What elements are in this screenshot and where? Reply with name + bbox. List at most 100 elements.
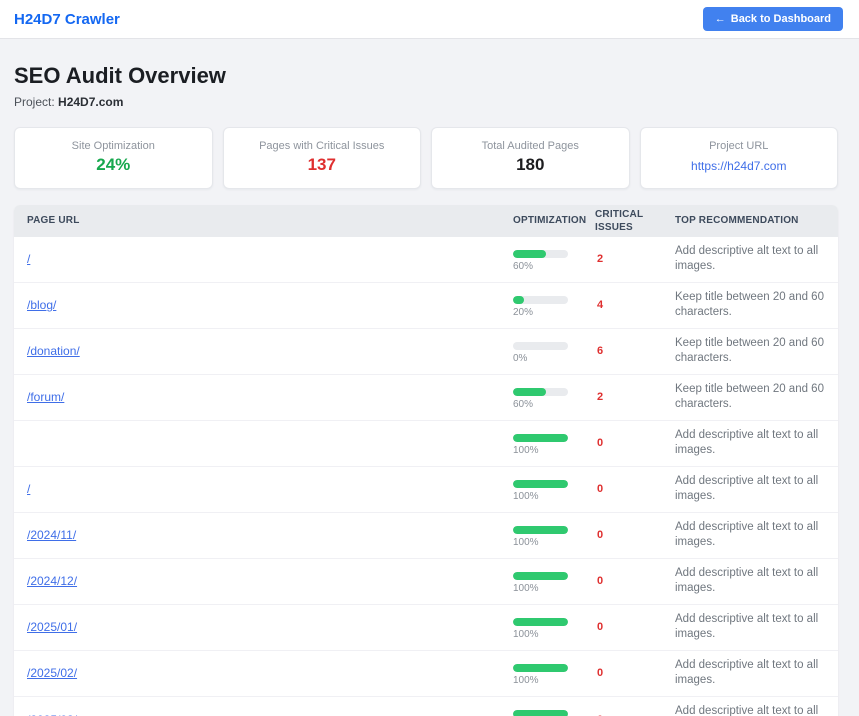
recommendation-text: Add descriptive alt text to all images.	[675, 237, 826, 282]
table-row: /2025/01/ 100% 0 Add descriptive alt tex…	[14, 604, 838, 650]
page-url-link[interactable]: /forum/	[27, 390, 64, 404]
optimization-percent: 20%	[513, 307, 595, 318]
stat-label: Project URL	[649, 140, 830, 152]
back-arrow-icon: ←	[715, 13, 726, 25]
page-url-link[interactable]: /2025/01/	[27, 620, 77, 634]
optimization-progress-bar	[513, 710, 568, 716]
stat-value-total-pages: 180	[440, 156, 621, 175]
optimization-progress-bar	[513, 296, 568, 304]
table-row: 100% 0 Add descriptive alt text to all i…	[14, 420, 838, 466]
page-url-link[interactable]: /2025/02/	[27, 666, 77, 680]
stat-card-project-url: Project URL https://h24d7.com	[640, 127, 839, 189]
column-header-top-recommendation: TOP RECOMMENDATION	[675, 215, 826, 226]
critical-issues-count: 0	[595, 621, 675, 633]
recommendation-text: Keep title between 20 and 60 characters.	[675, 283, 826, 328]
optimization-progress-bar	[513, 526, 568, 534]
critical-issues-count: 0	[595, 483, 675, 495]
optimization-cell: 0%	[513, 339, 595, 364]
optimization-cell: 100%	[513, 615, 595, 640]
page-url-link[interactable]: /donation/	[27, 344, 80, 358]
optimization-percent: 100%	[513, 629, 595, 640]
stat-card-total-pages: Total Audited Pages 180	[431, 127, 630, 189]
stat-cards: Site Optimization 24% Pages with Critica…	[14, 127, 838, 189]
recommendation-text: Add descriptive alt text to all images.	[675, 467, 826, 512]
optimization-cell: 100%	[513, 707, 595, 716]
table-row: / 60% 2 Add descriptive alt text to all …	[14, 237, 838, 282]
page-url-link[interactable]: /	[27, 252, 30, 266]
page-url-link[interactable]: /	[27, 482, 30, 496]
stat-label: Total Audited Pages	[440, 140, 621, 152]
optimization-percent: 0%	[513, 353, 595, 364]
project-line: Project: H24D7.com	[14, 95, 838, 109]
optimization-progress-bar	[513, 480, 568, 488]
optimization-percent: 100%	[513, 583, 595, 594]
optimization-cell: 20%	[513, 293, 595, 318]
table-row: / 100% 0 Add descriptive alt text to all…	[14, 466, 838, 512]
table-row: /2024/11/ 100% 0 Add descriptive alt tex…	[14, 512, 838, 558]
recommendation-text: Add descriptive alt text to all images.	[675, 651, 826, 696]
page-title: SEO Audit Overview	[14, 63, 838, 89]
table-row: /2025/02/ 100% 0 Add descriptive alt tex…	[14, 650, 838, 696]
optimization-progress-bar	[513, 618, 568, 626]
optimization-progress-bar	[513, 572, 568, 580]
project-url-link[interactable]: https://h24d7.com	[691, 159, 786, 173]
recommendation-text: Add descriptive alt text to all images.	[675, 605, 826, 650]
recommendation-text: Keep title between 20 and 60 characters.	[675, 329, 826, 374]
app-title: H24D7 Crawler	[14, 11, 120, 28]
optimization-cell: 60%	[513, 385, 595, 410]
stat-label: Pages with Critical Issues	[232, 140, 413, 152]
critical-issues-count: 4	[595, 299, 675, 311]
audit-table: PAGE URL OPTIMIZATION CRITICAL ISSUES TO…	[14, 205, 838, 716]
optimization-progress-bar	[513, 388, 568, 396]
critical-issues-count: 0	[595, 529, 675, 541]
critical-issues-count: 0	[595, 575, 675, 587]
optimization-percent: 60%	[513, 399, 595, 410]
stat-label: Site Optimization	[23, 140, 204, 152]
column-header-page-url: PAGE URL	[27, 215, 513, 226]
recommendation-text: Add descriptive alt text to all images.	[675, 697, 826, 716]
optimization-percent: 60%	[513, 261, 595, 272]
optimization-cell: 100%	[513, 523, 595, 548]
optimization-percent: 100%	[513, 537, 595, 548]
stat-value-site-optimization: 24%	[23, 156, 204, 175]
recommendation-text: Add descriptive alt text to all images.	[675, 421, 826, 466]
table-row: /2025/03/ 100% 0 Add descriptive alt tex…	[14, 696, 838, 716]
optimization-progress-bar	[513, 250, 568, 258]
table-row: /forum/ 60% 2 Keep title between 20 and …	[14, 374, 838, 420]
critical-issues-count: 6	[595, 345, 675, 357]
optimization-cell: 100%	[513, 661, 595, 686]
page-url-link[interactable]: /2025/03/	[27, 713, 77, 716]
recommendation-text: Keep title between 20 and 60 characters.	[675, 375, 826, 420]
optimization-cell: 100%	[513, 477, 595, 502]
table-header-row: PAGE URL OPTIMIZATION CRITICAL ISSUES TO…	[14, 205, 838, 237]
stat-value-critical-pages: 137	[232, 156, 413, 175]
main-content: SEO Audit Overview Project: H24D7.com Si…	[0, 39, 859, 716]
project-name: H24D7.com	[58, 95, 123, 109]
stat-card-site-optimization: Site Optimization 24%	[14, 127, 213, 189]
back-button-label: Back to Dashboard	[731, 13, 831, 25]
recommendation-text: Add descriptive alt text to all images.	[675, 559, 826, 604]
critical-issues-count: 2	[595, 391, 675, 403]
top-bar: H24D7 Crawler ← Back to Dashboard	[0, 0, 859, 39]
back-to-dashboard-button[interactable]: ← Back to Dashboard	[703, 7, 843, 31]
critical-issues-count: 0	[595, 667, 675, 679]
stat-card-critical-pages: Pages with Critical Issues 137	[223, 127, 422, 189]
column-header-optimization: OPTIMIZATION	[513, 215, 595, 226]
page-url-link[interactable]: /2024/11/	[27, 528, 76, 542]
table-row: /donation/ 0% 6 Keep title between 20 an…	[14, 328, 838, 374]
recommendation-text: Add descriptive alt text to all images.	[675, 513, 826, 558]
critical-issues-count: 2	[595, 253, 675, 265]
table-body: / 60% 2 Add descriptive alt text to all …	[14, 237, 838, 716]
page-url-link[interactable]: /2024/12/	[27, 574, 77, 588]
optimization-cell: 100%	[513, 569, 595, 594]
optimization-progress-bar	[513, 342, 568, 350]
optimization-progress-bar	[513, 434, 568, 442]
optimization-cell: 100%	[513, 431, 595, 456]
critical-issues-count: 0	[595, 437, 675, 449]
page-url-link[interactable]: /blog/	[27, 298, 56, 312]
optimization-progress-bar	[513, 664, 568, 672]
optimization-percent: 100%	[513, 675, 595, 686]
table-row: /2024/12/ 100% 0 Add descriptive alt tex…	[14, 558, 838, 604]
project-label: Project:	[14, 95, 55, 109]
table-row: /blog/ 20% 4 Keep title between 20 and 6…	[14, 282, 838, 328]
